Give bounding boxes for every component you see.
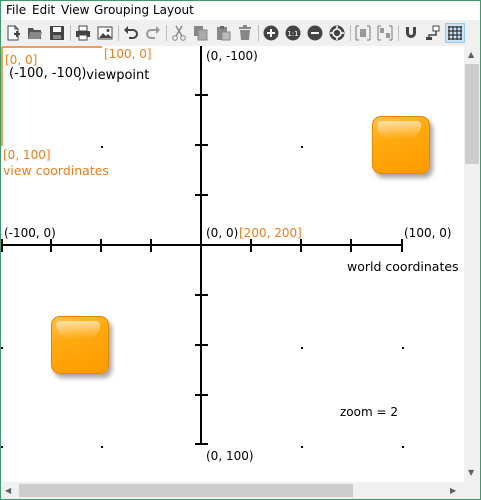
delete-icon[interactable] — [235, 23, 255, 43]
menu-grouping[interactable]: Grouping — [94, 3, 149, 17]
grid-icon[interactable] — [445, 23, 465, 43]
origin-view-label: [200, 200] — [239, 226, 302, 240]
zoom-label: zoom = 2 — [340, 405, 398, 419]
scroll-right-icon[interactable]: ▶ — [450, 486, 456, 496]
menu-view[interactable]: View — [61, 3, 89, 17]
redo-icon[interactable] — [143, 23, 163, 43]
scroll-up-icon[interactable]: ▲ — [468, 50, 474, 60]
graph-node[interactable] — [51, 316, 109, 374]
toolbar-separator — [166, 25, 167, 41]
horizontal-scrollbar[interactable]: ◀ ▶ — [1, 482, 464, 499]
view-top-right-label: [100, 0] — [104, 47, 152, 61]
menu-edit[interactable]: Edit — [32, 3, 55, 17]
toolbar-separator — [350, 25, 351, 41]
zoom-in-icon[interactable] — [261, 23, 281, 43]
group-icon[interactable] — [353, 23, 373, 43]
new-icon[interactable] — [3, 23, 23, 43]
zoom-original-icon[interactable]: 1:1 — [283, 23, 303, 43]
snapping-icon[interactable] — [401, 23, 421, 43]
view-coordinates-label: view coordinates — [3, 163, 109, 178]
fit-content-icon[interactable] — [327, 23, 347, 43]
undo-icon[interactable] — [121, 23, 141, 43]
copy-icon[interactable] — [191, 23, 211, 43]
grid-dots — [1, 146, 404, 448]
view-bottom-left-label: [0, 100] — [3, 148, 51, 162]
vertical-scroll-thumb[interactable] — [465, 64, 479, 164]
save-icon[interactable] — [47, 23, 67, 43]
export-image-icon[interactable] — [95, 23, 115, 43]
toolbar-separator — [70, 25, 71, 41]
viewpoint-coords-label: (-100, -100) — [9, 66, 87, 81]
vertical-scrollbar[interactable]: ▲ ▼ — [464, 46, 480, 482]
view-top-left-label: [0, 0] — [5, 53, 38, 67]
print-icon[interactable] — [73, 23, 93, 43]
toolbar-separator — [118, 25, 119, 41]
open-icon[interactable] — [25, 23, 45, 43]
graph-canvas[interactable]: [0, 0] [100, 0] (-100, -100) , viewpoint… — [1, 46, 464, 482]
toolbar: 1:1 — [1, 20, 480, 47]
scrollbar-corner — [464, 482, 480, 499]
axis-left-label: (-100, 0) — [4, 226, 56, 240]
zoom-out-icon[interactable] — [305, 23, 325, 43]
scroll-down-icon[interactable]: ▼ — [468, 468, 474, 478]
menu-bar: File Edit View Grouping Layout — [1, 1, 480, 20]
orthogonal-edges-icon[interactable] — [423, 23, 443, 43]
graph-node[interactable] — [372, 116, 430, 174]
scroll-left-icon[interactable]: ◀ — [5, 486, 11, 496]
origin-label: (0, 0) — [206, 226, 239, 240]
cut-icon[interactable] — [169, 23, 189, 43]
zoom-original-label: 1:1 — [287, 30, 298, 38]
horizontal-scroll-thumb[interactable] — [19, 484, 353, 497]
axis-right-label: (100, 0) — [404, 226, 452, 240]
paste-icon[interactable] — [213, 23, 233, 43]
world-coordinates-label: world coordinates — [347, 259, 459, 274]
axis-top-label: (0, -100) — [206, 49, 258, 63]
viewpoint-label: , viewpoint — [78, 68, 150, 83]
toolbar-separator — [258, 25, 259, 41]
ungroup-icon[interactable] — [375, 23, 395, 43]
menu-file[interactable]: File — [6, 3, 26, 17]
toolbar-separator — [398, 25, 399, 41]
menu-layout[interactable]: Layout — [153, 3, 194, 17]
axis-bottom-label: (0, 100) — [206, 449, 254, 463]
